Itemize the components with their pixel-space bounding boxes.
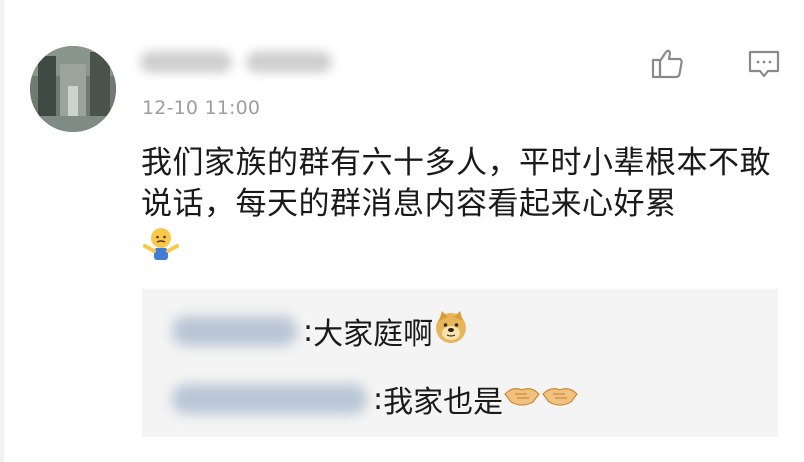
- comment-card: 12-10 11:00 我们家族的群有六十多人，平时小辈根本不敢说话，每天的群消…: [0, 0, 804, 462]
- handshake-emoji-icon: [503, 380, 541, 418]
- shrug-emoji-icon: [141, 226, 181, 262]
- handshake-emoji-icon: [541, 380, 579, 418]
- reply-text: 我家也是: [383, 385, 504, 420]
- timestamp: 12-10 11:00: [142, 97, 261, 119]
- comment-bubble-icon[interactable]: [744, 44, 784, 84]
- reply-item[interactable]: : 我家也是: [172, 377, 579, 421]
- author-name-blurred[interactable]: [140, 44, 350, 80]
- reply-item[interactable]: : 大家庭啊: [172, 309, 469, 353]
- avatar[interactable]: [30, 46, 116, 132]
- left-divider: [0, 0, 4, 462]
- blurred-text: [140, 51, 232, 73]
- blurred-text: [246, 51, 332, 73]
- reply-separator: :: [373, 381, 384, 417]
- replies-panel: : 大家庭啊 : 我家也是: [142, 289, 778, 437]
- thumbs-up-icon[interactable]: [648, 44, 688, 84]
- reply-author-blurred[interactable]: [172, 384, 367, 414]
- reply-separator: :: [303, 313, 314, 349]
- doge-emoji-icon: [433, 309, 469, 353]
- reply-author-blurred[interactable]: [172, 316, 297, 346]
- comment-text: 我们家族的群有六十多人，平时小辈根本不敢说话，每天的群消息内容看起来心好累: [141, 145, 771, 222]
- reply-text: 大家庭啊: [313, 317, 434, 352]
